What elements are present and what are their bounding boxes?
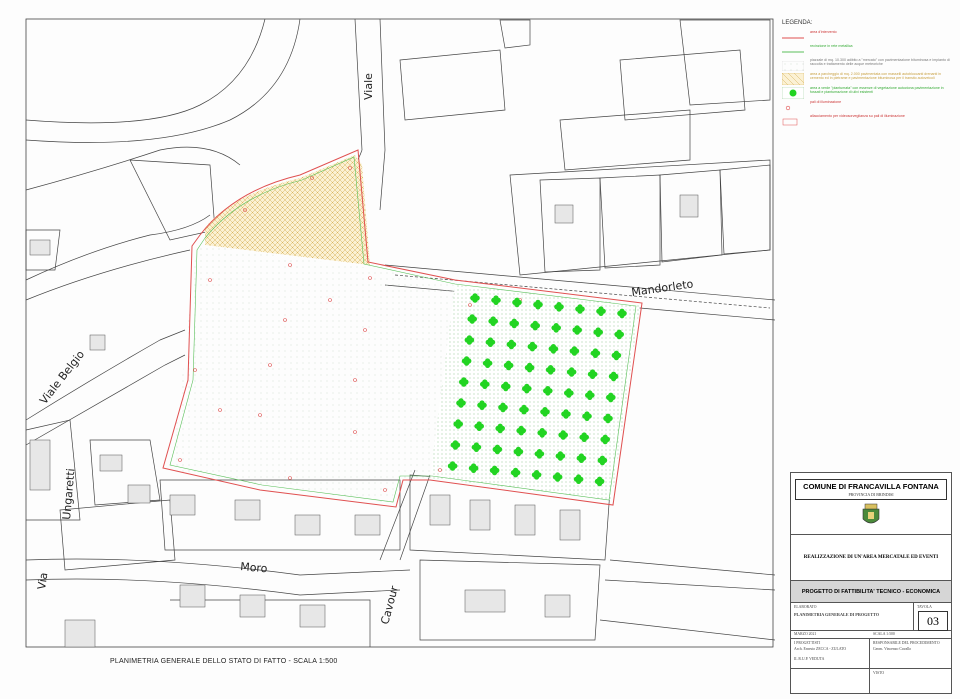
green-line-icon bbox=[782, 44, 804, 54]
title-block-progetto: PROGETTO DI FATTIBILITA' TECNICO - ECONO… bbox=[791, 581, 951, 603]
title-block-dates: MARZO 2021 SCALA 1:500 bbox=[791, 631, 951, 639]
dotted-pattern-icon bbox=[781, 58, 805, 72]
green-area bbox=[430, 285, 640, 500]
progettisti-name: Arch. Ernesto ZECCA - ZULATO bbox=[794, 647, 847, 651]
legend-item: recinzione in rete metallica bbox=[782, 44, 952, 54]
legend-text: area a verde "piantumata" con essenze di… bbox=[810, 86, 944, 95]
legend-item: area a verde "piantumata" con essenze di… bbox=[781, 86, 952, 100]
title-block-elaborato: ELABORATO PLANIMETRIA GENERALE DI PROGET… bbox=[791, 603, 951, 631]
progettisti-label: I PROGETTISTI bbox=[794, 641, 821, 645]
legend-item: area a parcheggio di mq. 2.000 pavimenta… bbox=[781, 72, 952, 86]
comune-name: COMUNE DI FRANCAVILLA FONTANA bbox=[803, 482, 939, 491]
title-block-signatures: I PROGETTISTI Arch. Ernesto ZECCA - ZULA… bbox=[791, 639, 951, 669]
legend-text: area d'intervento bbox=[810, 30, 837, 34]
legend: LEGENDA: area d'intervento recinzione in… bbox=[781, 20, 952, 128]
legend-text: recinzione in rete metallica bbox=[810, 44, 853, 48]
legend-text: area a parcheggio di mq. 2.000 pavimenta… bbox=[810, 72, 942, 81]
drawing-sheet: Viale Mandorleto Viale Belgio Ungaretti … bbox=[0, 0, 960, 699]
legend-text: piazzale di mq. 10.300 adibito a "mercat… bbox=[810, 58, 950, 67]
red-line-icon bbox=[782, 30, 804, 40]
rup-label: RESPONSABILE DEL PROCEDIMENTO bbox=[873, 641, 940, 645]
legend-item: piazzale di mq. 10.300 adibito a "mercat… bbox=[781, 58, 952, 72]
data-value: MARZO 2021 bbox=[794, 632, 817, 636]
street-label-viale: Viale bbox=[362, 73, 375, 100]
title-block-visto: VISTO bbox=[791, 669, 951, 693]
ochre-hatch-icon bbox=[781, 72, 805, 86]
street-label-mandorleto: Mandorleto bbox=[631, 277, 695, 299]
parking-area bbox=[205, 155, 370, 265]
street-label-moro: Moro bbox=[240, 560, 269, 575]
title-block: COMUNE DI FRANCAVILLA FONTANA PROVINCIA … bbox=[790, 472, 952, 694]
visto-label: VISTO bbox=[873, 671, 885, 675]
provincia-name: PROVINCIA DI BRINDISI bbox=[848, 492, 894, 497]
scala-value: SCALA 1:500 bbox=[873, 632, 895, 636]
elaborato-label: ELABORATO bbox=[794, 605, 817, 609]
coat-of-arms-icon bbox=[862, 503, 880, 524]
market-plaza bbox=[170, 245, 455, 503]
tavola-label: TAVOLA bbox=[917, 605, 932, 609]
elaborato-name: PLANIMETRIA GENERALE DI PROGETTO bbox=[794, 612, 879, 617]
red-dot-icon bbox=[782, 100, 804, 111]
firma-label: IL R.U.P. VEDUTA bbox=[794, 657, 825, 661]
title-block-header: COMUNE DI FRANCAVILLA FONTANA PROVINCIA … bbox=[791, 473, 951, 535]
rup-name: Geom. Vincenzo Cavallo bbox=[873, 647, 912, 651]
legend-text: allacciamento per videosorveglianza su p… bbox=[810, 114, 905, 118]
legend-item: pali di illuminazione bbox=[782, 100, 952, 111]
legend-item: area d'intervento bbox=[782, 30, 952, 40]
title-block-opera: REALIZZAZIONE DI UN'AREA MERCATALE ED EV… bbox=[791, 535, 951, 581]
plan-title: PLANIMETRIA GENERALE DELLO STATO DI FATT… bbox=[110, 658, 338, 665]
red-code-icon bbox=[782, 114, 804, 126]
legend-item: allacciamento per videosorveglianza su p… bbox=[782, 114, 952, 126]
street-label-cavour: Cavour bbox=[378, 584, 401, 626]
street-label-via: Via bbox=[35, 572, 50, 591]
project-phase: PROGETTO DI FATTIBILITA' TECNICO - ECONO… bbox=[801, 588, 941, 595]
green-tree-icon bbox=[781, 86, 805, 100]
street-label-ungaretti: Ungaretti bbox=[60, 468, 77, 520]
legend-text: pali di illuminazione bbox=[810, 100, 842, 104]
tavola-number: 03 bbox=[918, 611, 948, 631]
opera-title: REALIZZAZIONE DI UN'AREA MERCATALE ED EV… bbox=[803, 555, 939, 560]
legend-title: LEGENDA: bbox=[782, 20, 813, 26]
